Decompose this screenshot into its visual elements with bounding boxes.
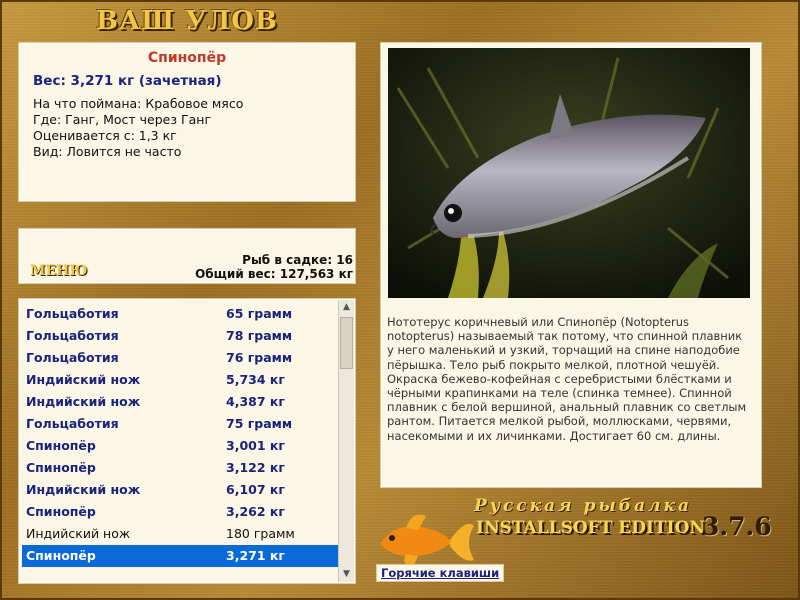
item-weight: 6,107 кг bbox=[226, 482, 285, 497]
goldfish-icon bbox=[380, 514, 474, 566]
list-item[interactable]: Гольцаботия 65 грамм bbox=[22, 303, 338, 325]
page-title: ВАШ УЛОВ bbox=[96, 6, 278, 36]
item-weight: 75 грамм bbox=[226, 416, 293, 431]
item-name: Гольцаботия bbox=[26, 328, 119, 343]
item-weight: 3,001 кг bbox=[226, 438, 285, 453]
brand-title: Русская рыбалка bbox=[474, 496, 693, 516]
item-weight: 4,387 кг bbox=[226, 394, 285, 409]
list-item-selected[interactable]: Спинопёр 3,271 кг bbox=[22, 545, 338, 567]
item-weight: 3,122 кг bbox=[226, 460, 285, 475]
list-item[interactable]: Индийский нож 180 грамм bbox=[22, 523, 338, 545]
menu-button[interactable]: МЕНЮ bbox=[30, 263, 87, 279]
item-name: Спинопёр bbox=[26, 438, 96, 453]
list-item[interactable]: Гольцаботия 78 грамм bbox=[22, 325, 338, 347]
item-name: Спинопёр bbox=[26, 504, 96, 519]
version-label: 3.7.6 bbox=[702, 512, 772, 541]
list-item[interactable]: Спинопёр 3,001 кг bbox=[22, 435, 338, 457]
item-weight: 5,734 кг bbox=[226, 372, 285, 387]
fish-weight: Вес: 3,271 кг (зачетная) bbox=[33, 73, 222, 89]
item-weight: 3,262 кг bbox=[226, 504, 285, 519]
item-name: Гольцаботия bbox=[26, 416, 119, 431]
fish-description: Нототерус коричневый или Спинопёр (Notop… bbox=[387, 315, 747, 443]
item-name: Индийский нож bbox=[26, 372, 141, 387]
list-item[interactable]: Индийский нож 4,387 кг bbox=[22, 391, 338, 413]
catch-list[interactable]: Гольцаботия 65 грамм Гольцаботия 78 грамм … bbox=[18, 298, 356, 584]
hotkeys-link[interactable]: Горячие клавиши bbox=[376, 564, 505, 582]
item-weight: 76 грамм bbox=[226, 350, 293, 365]
fish-count: Рыб в садке: 16 bbox=[242, 253, 353, 267]
value-text: Оценивается с: 1,3 кг bbox=[33, 128, 177, 143]
item-name: Индийский нож bbox=[26, 526, 131, 541]
total-weight: Общий вес: 127,563 кг bbox=[195, 267, 353, 281]
item-name: Спинопёр bbox=[26, 548, 96, 563]
list-scrollbar[interactable]: ▲ ▼ bbox=[338, 300, 354, 582]
list-item[interactable]: Спинопёр 3,262 кг bbox=[22, 501, 338, 523]
rarity-text: Вид: Ловится не часто bbox=[33, 144, 182, 159]
catch-info-panel: Спинопёр Вес: 3,271 кг (зачетная) На что… bbox=[18, 42, 356, 202]
item-weight: 65 грамм bbox=[226, 306, 293, 321]
item-weight: 3,271 кг bbox=[226, 548, 285, 563]
list-item[interactable]: Гольцаботия 75 грамм bbox=[22, 413, 338, 435]
item-name: Спинопёр bbox=[26, 460, 96, 475]
item-weight: 78 грамм bbox=[226, 328, 293, 343]
arrow-down-icon[interactable]: ▼ bbox=[339, 567, 354, 582]
list-item[interactable]: Индийский нож 5,734 кг bbox=[22, 369, 338, 391]
scrollbar-thumb[interactable] bbox=[340, 317, 353, 369]
fish-name: Спинопёр bbox=[147, 50, 227, 66]
fish-photo bbox=[388, 48, 750, 298]
edition-label: INSTALLSOFT EDITION bbox=[476, 518, 705, 538]
item-name: Индийский нож bbox=[26, 394, 141, 409]
item-name: Гольцаботия bbox=[26, 306, 119, 321]
list-item[interactable]: Спинопёр 3,122 кг bbox=[22, 457, 338, 479]
list-item[interactable]: Гольцаботия 76 грамм bbox=[22, 347, 338, 369]
item-name: Гольцаботия bbox=[26, 350, 119, 365]
location-text: Где: Ганг, Мост через Ганг bbox=[33, 112, 212, 127]
item-weight: 180 грамм bbox=[226, 526, 295, 541]
arrow-up-icon[interactable]: ▲ bbox=[339, 300, 354, 315]
fish-description-panel: Нототерус коричневый или Спинопёр (Notop… bbox=[380, 42, 762, 488]
list-item[interactable]: Индийский нож 6,107 кг bbox=[22, 479, 338, 501]
item-name: Индийский нож bbox=[26, 482, 141, 497]
bait-text: На что поймана: Крабовое мясо bbox=[33, 96, 244, 111]
